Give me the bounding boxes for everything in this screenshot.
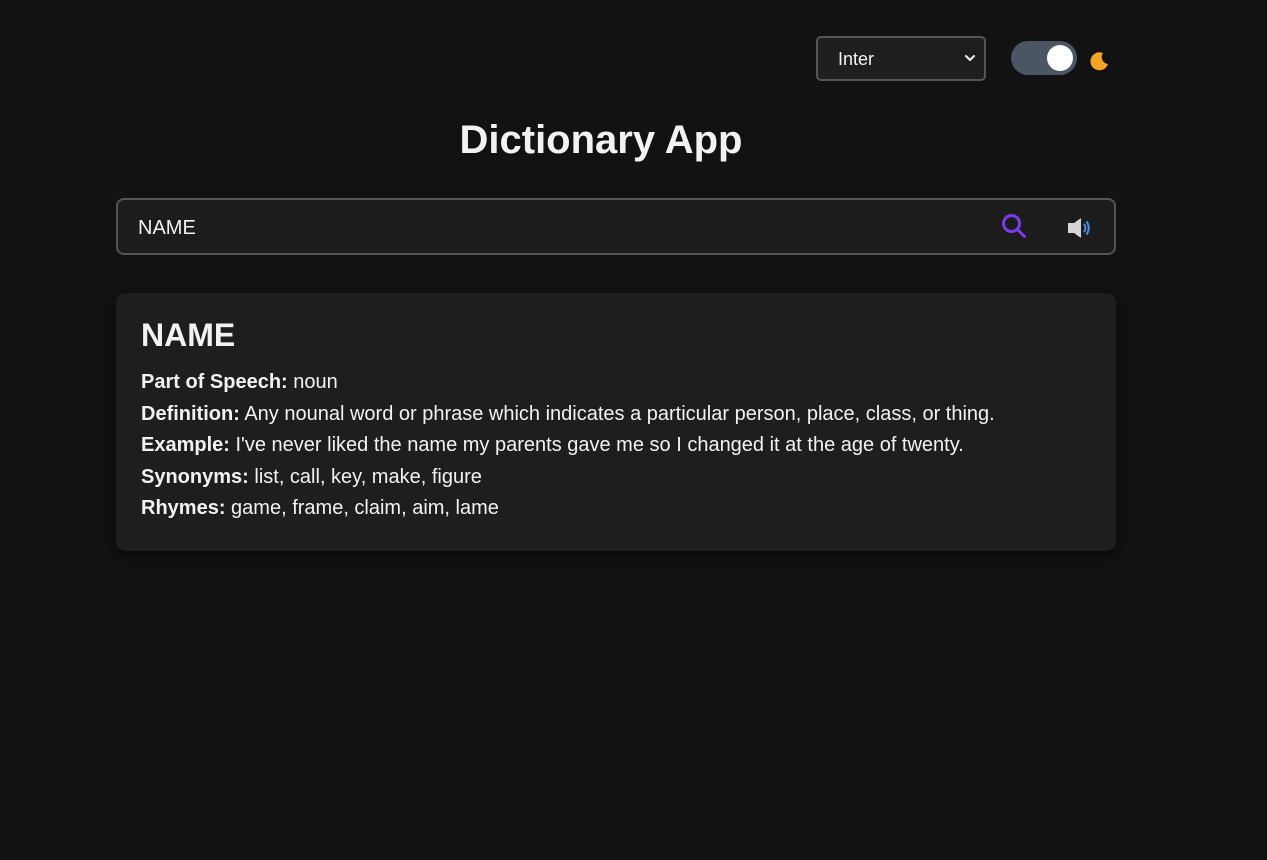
part-of-speech-label: Part of Speech: [141,371,288,393]
synonyms-row: Synonyms: list, call, key, make, figure [141,462,1091,494]
definition-row: Definition: Any nounal word or phrase wh… [141,399,1091,431]
theme-toggle[interactable] [1011,41,1077,75]
example-label: Example: [141,434,230,456]
definition-value: Any nounal word or phrase which indicate… [244,402,995,425]
font-select[interactable]: Inter [816,36,986,81]
definition-label: Definition: [141,402,240,425]
rhymes-label: Rhymes: [141,497,226,519]
rhymes-value: game, frame, claim, aim, lame [231,497,499,519]
result-word: NAME [141,317,236,353]
search-input[interactable] [138,215,938,241]
search-bar [116,198,1116,255]
rhymes-row: Rhymes: game, frame, claim, aim, lame [141,493,1091,525]
synonyms-label: Synonyms: [141,465,249,488]
result-card: NAME Part of Speech: noun Definition: An… [116,293,1116,551]
synonyms-value: list, call, key, make, figure [254,465,482,488]
chevron-down-icon [965,55,975,61]
search-icon[interactable] [1000,212,1028,240]
example-value: I've never liked the name my parents gav… [235,434,964,456]
toggle-knob [1047,45,1073,71]
part-of-speech-value: noun [293,371,338,393]
moon-icon [1090,52,1108,71]
example-row: Example: I've never liked the name my pa… [141,430,1091,462]
speaker-icon[interactable] [1066,215,1092,241]
part-of-speech-row: Part of Speech: noun [141,367,1091,399]
top-controls: Inter [816,36,1116,82]
font-select-value: Inter [838,49,875,69]
page-title: Dictionary App [459,118,743,162]
